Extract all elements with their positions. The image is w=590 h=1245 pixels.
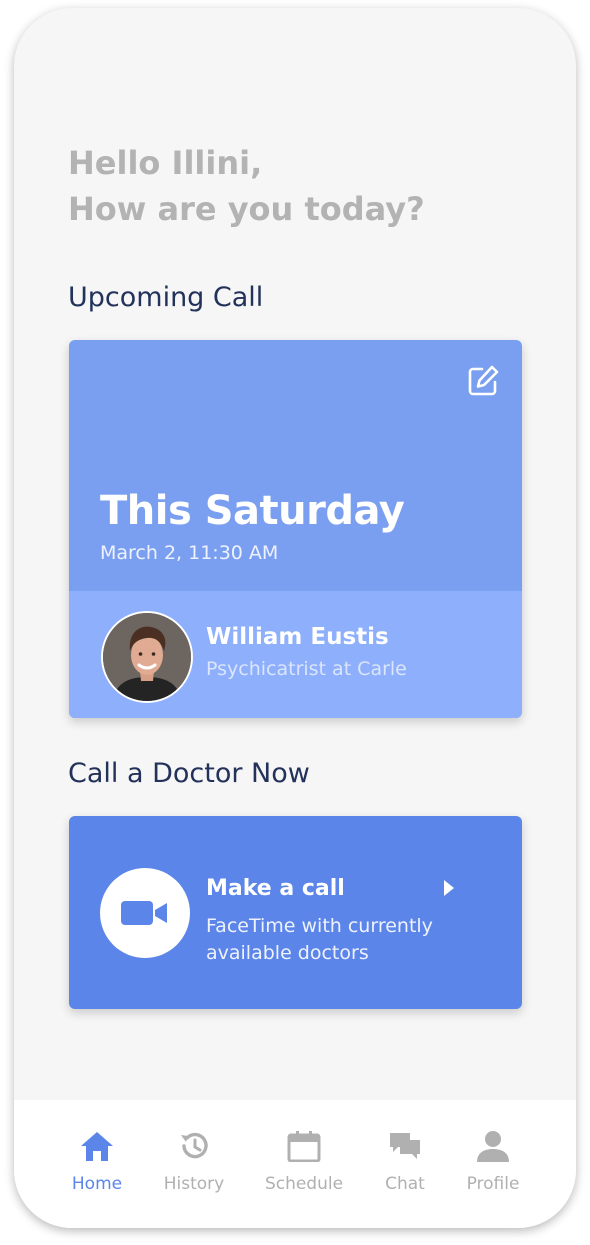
call-day: This Saturday [100,488,405,534]
tab-history-label: History [163,1174,225,1194]
doctor-name: William Eustis [206,624,389,650]
tab-history[interactable]: History [144,1100,244,1200]
tab-schedule[interactable]: Schedule [254,1100,354,1200]
tab-home[interactable]: Home [47,1100,147,1200]
edit-icon[interactable] [466,364,500,398]
tab-profile-label: Profile [466,1174,520,1194]
video-camera-icon [121,901,167,925]
calendar-icon [287,1131,321,1162]
history-icon [181,1132,208,1159]
make-call-label: Make a call [206,876,345,901]
greeting: Hello Illini, How are you today? [68,140,425,232]
tab-profile[interactable]: Profile [443,1100,543,1200]
doctor-info[interactable]: William Eustis Psychicatrist at Carle [69,591,522,718]
greeting-line-2: How are you today? [68,190,425,228]
chevron-right-icon [444,880,454,896]
greeting-line-1: Hello Illini, [68,144,263,182]
make-call-description: FaceTime with currently available doctor… [206,915,433,964]
app-screen: Hello Illini, How are you today? Upcomin… [14,8,576,1228]
tab-schedule-label: Schedule [264,1174,344,1194]
chat-icon [390,1133,420,1159]
call-datetime: March 2, 11:30 AM [100,542,279,564]
video-camera-badge [100,868,190,958]
tab-home-label: Home [71,1174,123,1194]
bottom-tab-bar: Home History Schedule Chat Profile [14,1100,576,1228]
make-call-button[interactable]: Make a call FaceTime with currently avai… [69,816,522,1009]
home-icon [81,1132,113,1161]
tab-chat-label: Chat [385,1174,425,1194]
upcoming-call-title: Upcoming Call [68,282,264,313]
doctor-avatar [101,611,193,703]
upcoming-call-card[interactable]: This Saturday March 2, 11:30 AM William … [69,340,522,718]
call-doctor-now-title: Call a Doctor Now [68,758,310,789]
doctor-title: Psychicatrist at Carle [206,658,407,680]
tab-chat[interactable]: Chat [355,1100,455,1200]
profile-icon [477,1131,509,1162]
